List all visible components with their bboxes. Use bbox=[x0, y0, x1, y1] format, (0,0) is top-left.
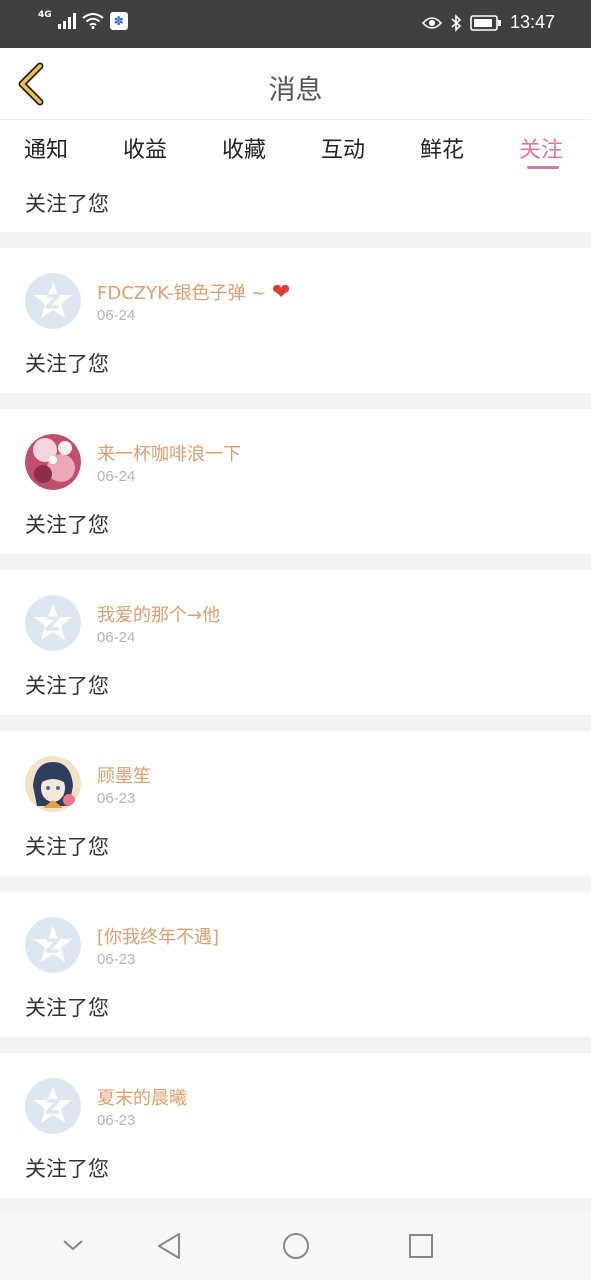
baidu-icon: ✽ bbox=[109, 12, 128, 30]
avatar[interactable] bbox=[25, 756, 81, 812]
avatar[interactable] bbox=[25, 273, 81, 329]
item-message: 关注了您 bbox=[25, 513, 109, 537]
wifi-icon bbox=[82, 13, 104, 29]
list-item[interactable]: 我爱的那个→他 06-24 关注了您 bbox=[0, 570, 591, 715]
item-date: 06-24 bbox=[97, 307, 136, 324]
item-message: 关注了您 bbox=[25, 835, 109, 859]
default-avatar-icon bbox=[25, 1078, 81, 1134]
item-message: 关注了您 bbox=[25, 352, 109, 376]
status-right: 13:47 bbox=[421, 12, 555, 33]
item-date: 06-23 bbox=[97, 1112, 136, 1129]
user-name[interactable]: 顾墨笙 bbox=[97, 762, 151, 788]
eye-icon bbox=[421, 16, 442, 29]
home-circle-icon[interactable] bbox=[282, 1232, 310, 1260]
item-date: 06-23 bbox=[97, 951, 136, 968]
recents-square-icon[interactable] bbox=[408, 1233, 434, 1259]
system-nav-bar bbox=[0, 1212, 591, 1280]
status-left: 4G ✽ bbox=[38, 10, 128, 30]
avatar[interactable] bbox=[25, 917, 81, 973]
clock: 13:47 bbox=[509, 12, 555, 32]
avatar[interactable] bbox=[25, 434, 81, 490]
item-message: 关注了您 bbox=[25, 996, 109, 1020]
user-name[interactable]: FDCZYK-银色子弹 ~ ❤ bbox=[97, 279, 290, 305]
tab-interactions[interactable]: 互动 bbox=[321, 132, 365, 164]
user-name[interactable]: 夏末的晨曦 bbox=[97, 1084, 187, 1110]
chevron-down-icon[interactable] bbox=[62, 1238, 84, 1252]
default-avatar-icon bbox=[25, 917, 81, 973]
tab-favorites[interactable]: 收藏 bbox=[222, 132, 266, 164]
tab-notifications[interactable]: 通知 bbox=[24, 132, 68, 164]
user-name-text: FDCZYK-银色子弹 ~ bbox=[97, 283, 273, 304]
network-type: 4G bbox=[38, 10, 52, 20]
item-message: 关注了您 bbox=[25, 1157, 109, 1181]
tab-follows[interactable]: 关注 bbox=[519, 132, 563, 164]
tab-bar: 通知 收益 收藏 互动 鲜花 关注 bbox=[0, 120, 591, 180]
bluetooth-icon bbox=[451, 13, 462, 32]
user-name[interactable]: [你我终年不遇] bbox=[97, 923, 219, 949]
item-message: 关注了您 bbox=[25, 192, 109, 216]
list-item[interactable]: [你我终年不遇] 06-23 关注了您 bbox=[0, 892, 591, 1037]
default-avatar-icon bbox=[25, 595, 81, 651]
back-triangle-icon[interactable] bbox=[156, 1232, 182, 1260]
list-item[interactable]: 夏末的晨曦 06-23 关注了您 bbox=[0, 1053, 591, 1198]
item-date: 06-24 bbox=[97, 629, 136, 646]
item-message: 关注了您 bbox=[25, 674, 109, 698]
list-item[interactable]: 来一杯咖啡浪一下 06-24 关注了您 bbox=[0, 409, 591, 554]
status-bar: 4G ✽ 13:47 bbox=[0, 0, 591, 48]
avatar[interactable] bbox=[25, 1078, 81, 1134]
app-header: 消息 bbox=[0, 48, 591, 120]
photo-avatar-icon bbox=[25, 434, 81, 490]
page-title: 消息 bbox=[268, 75, 323, 106]
tab-flowers[interactable]: 鲜花 bbox=[420, 132, 464, 164]
list-item-partial[interactable]: 关注了您 bbox=[0, 180, 591, 232]
active-tab-indicator bbox=[527, 166, 559, 169]
avatar[interactable] bbox=[25, 595, 81, 651]
item-date: 06-24 bbox=[97, 468, 136, 485]
signal-icon bbox=[57, 13, 76, 29]
default-avatar-icon bbox=[25, 273, 81, 329]
user-name[interactable]: 我爱的那个→他 bbox=[97, 601, 220, 627]
heart-icon: ❤ bbox=[272, 280, 291, 305]
battery-icon bbox=[470, 14, 501, 31]
user-name[interactable]: 来一杯咖啡浪一下 bbox=[97, 440, 241, 466]
list-item[interactable]: 顾墨笙 06-23 关注了您 bbox=[0, 731, 591, 876]
list-item[interactable]: FDCZYK-银色子弹 ~ ❤ 06-24 关注了您 bbox=[0, 248, 591, 393]
photo-avatar-icon bbox=[25, 756, 81, 812]
item-date: 06-23 bbox=[97, 790, 136, 807]
tab-earnings[interactable]: 收益 bbox=[123, 132, 167, 164]
